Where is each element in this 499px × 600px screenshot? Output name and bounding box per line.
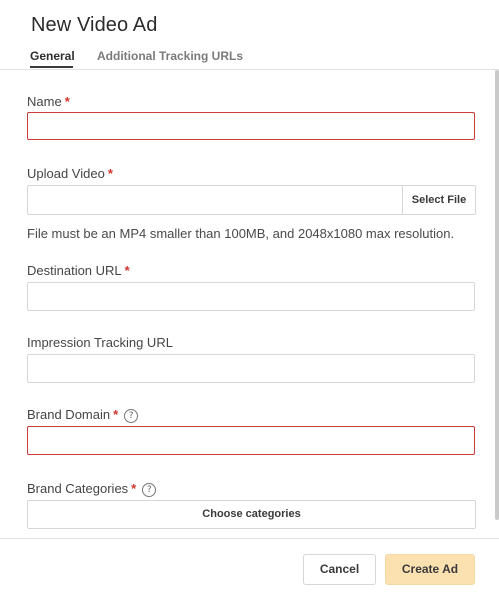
upload-video-label: Upload Video * — [27, 166, 113, 181]
form-scroll-area: Name * Upload Video * Select File File mus… — [0, 70, 499, 538]
scrollbar[interactable] — [495, 70, 499, 520]
active-tab-indicator — [30, 66, 73, 68]
tab-additional-tracking-urls[interactable]: Additional Tracking URLs — [97, 49, 243, 63]
brand-categories-label: Brand Categories *? — [27, 481, 157, 497]
brand-domain-label: Brand Domain *? — [27, 407, 139, 423]
destination-url-input[interactable] — [27, 282, 475, 311]
brand-domain-input[interactable] — [27, 426, 475, 455]
destination-url-label-text: Destination URL — [27, 263, 122, 278]
help-icon[interactable]: ? — [124, 409, 139, 423]
tab-bar: General Additional Tracking URLs — [0, 47, 499, 70]
upload-video-hint: File must be an MP4 smaller than 100MB, … — [27, 226, 455, 241]
select-file-button[interactable]: Select File — [402, 185, 476, 215]
required-marker: * — [64, 94, 70, 109]
upload-video-label-text: Upload Video — [27, 166, 105, 181]
tab-general[interactable]: General — [30, 49, 75, 63]
impression-tracking-url-input[interactable] — [27, 354, 475, 383]
impression-tracking-url-label: Impression Tracking URL — [27, 335, 173, 350]
upload-video-input[interactable] — [27, 185, 403, 215]
brand-categories-label-text: Brand Categories — [27, 481, 129, 496]
name-label: Name * — [27, 94, 70, 109]
destination-url-label: Destination URL * — [27, 263, 130, 278]
required-marker: * — [107, 166, 113, 181]
required-marker: * — [124, 263, 130, 278]
brand-domain-label-text: Brand Domain — [27, 407, 111, 422]
name-input[interactable] — [27, 112, 475, 140]
create-ad-button[interactable]: Create Ad — [385, 554, 475, 585]
upload-video-field: Select File — [27, 185, 476, 215]
required-marker: * — [113, 407, 119, 422]
new-video-ad-modal: New Video Ad General Additional Tracking… — [0, 0, 499, 600]
help-icon[interactable]: ? — [142, 483, 157, 497]
choose-categories-button[interactable]: Choose categories — [27, 500, 476, 529]
modal-footer: Cancel Create Ad — [0, 538, 499, 600]
required-marker: * — [131, 481, 137, 496]
cancel-button[interactable]: Cancel — [303, 554, 376, 585]
modal-title: New Video Ad — [31, 14, 158, 36]
name-label-text: Name — [27, 94, 62, 109]
